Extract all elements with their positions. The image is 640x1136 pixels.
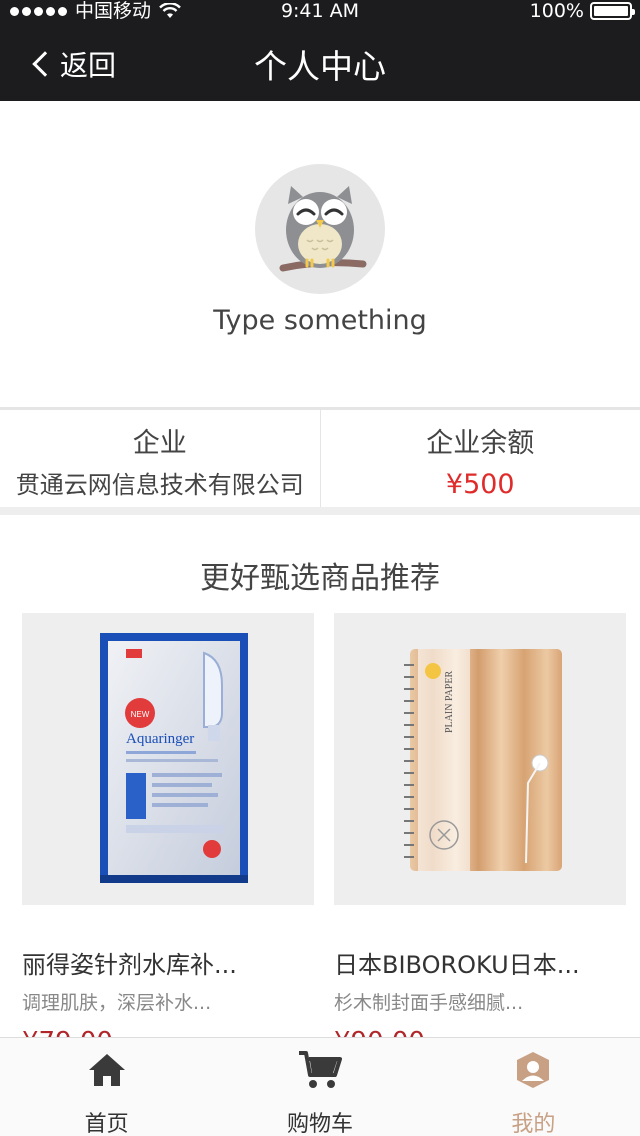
recommendations-title: 更好甄选商品推荐 <box>200 561 440 596</box>
enterprise-cell: 企业 贯通云网信息技术有限公司 <box>0 410 320 507</box>
product-image-notebook[interactable]: PLAIN PAPER <box>334 613 626 905</box>
avatar[interactable] <box>255 164 385 294</box>
balance-value: ¥500 <box>445 469 515 500</box>
product-image-mask[interactable]: NEW Aquaringer <box>22 613 314 905</box>
product-name[interactable]: 日本BIBOROKU日本... <box>334 945 626 980</box>
tab-cart-label: 购物车 <box>286 1112 353 1136</box>
profile-signature[interactable]: Type something <box>0 305 640 336</box>
top-bar: 中国移动 9:41 AM 100% 返回 个人中心 <box>0 0 640 101</box>
enterprise-label: 企业 <box>132 428 187 459</box>
cart-icon <box>298 1051 342 1088</box>
product-desc: 杉木制封面手感细腻... <box>334 992 524 1014</box>
product-card[interactable]: PLAIN PAPER 日本BIBOROKU日本... 杉木制封面手感细腻...… <box>334 613 626 1038</box>
tab-cart[interactable]: 购物车 <box>213 1038 426 1136</box>
wooden-notebook-image: PLAIN PAPER <box>404 649 562 871</box>
tab-home-label: 首页 <box>84 1112 129 1136</box>
owl-icon <box>279 186 367 272</box>
tab-home[interactable]: 首页 <box>0 1038 213 1136</box>
battery-percent: 100% <box>529 0 584 22</box>
page-title: 个人中心 <box>254 47 386 86</box>
tab-bar: 首页 购物车 我的 <box>0 1037 640 1136</box>
svg-text:NEW: NEW <box>131 710 150 719</box>
product-name[interactable]: 丽得姿针剂水库补... <box>22 945 314 980</box>
status-bar: 中国移动 9:41 AM 100% <box>0 0 640 22</box>
enterprise-name: 贯通云网信息技术有限公司 <box>15 471 304 499</box>
mask-brand-text: Aquaringer <box>126 731 194 747</box>
tab-mine-label: 我的 <box>511 1112 556 1136</box>
home-icon <box>88 1054 125 1086</box>
product-card[interactable]: NEW Aquaringer 丽得姿针剂水库补... 调理肌肤，深层补水... … <box>22 613 314 1038</box>
product-grid: NEW Aquaringer 丽得姿针剂水库补... 调理肌肤，深层补水... … <box>0 613 640 1038</box>
company-info: 企业 贯通云网信息技术有限公司 企业余额 ¥500 <box>0 407 640 515</box>
tab-mine[interactable]: 我的 <box>427 1038 640 1136</box>
product-desc: 调理肌肤，深层补水... <box>22 992 212 1014</box>
user-icon <box>517 1052 550 1088</box>
face-mask-box-image: NEW Aquaringer <box>100 633 248 883</box>
profile-section: Type something <box>0 101 640 407</box>
balance-cell: 企业余额 ¥500 <box>319 410 640 507</box>
notebook-label-text: PLAIN PAPER <box>444 671 455 733</box>
battery-icon <box>590 2 635 20</box>
balance-label: 企业余额 <box>426 428 535 459</box>
